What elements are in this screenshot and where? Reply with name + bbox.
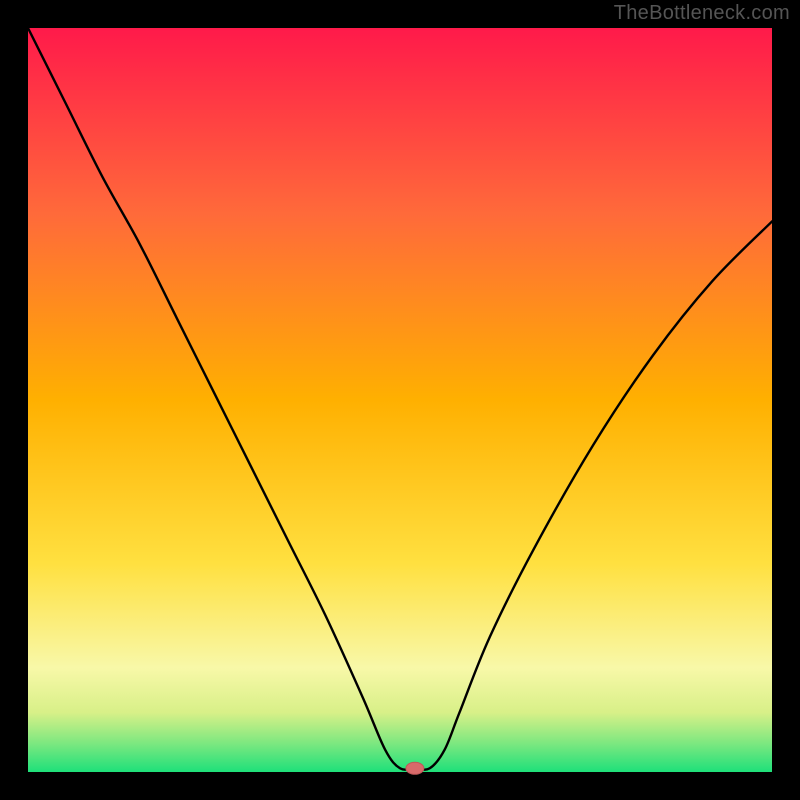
plot-background <box>28 28 772 772</box>
optimal-point-marker <box>406 762 424 774</box>
bottleneck-chart <box>0 0 800 800</box>
watermark-text: TheBottleneck.com <box>614 2 790 25</box>
chart-frame: { "watermark": "TheBottleneck.com", "col… <box>0 0 800 800</box>
